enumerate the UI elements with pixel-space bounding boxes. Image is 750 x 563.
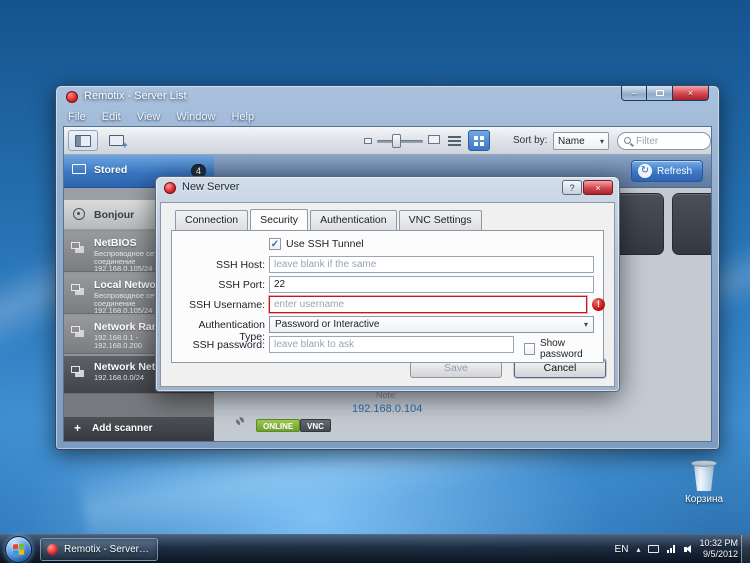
gear-icon[interactable] <box>236 417 244 425</box>
tab-vnc-settings[interactable]: VNC Settings <box>398 210 482 230</box>
close-button[interactable]: × <box>673 86 709 101</box>
dialog-title: New Server <box>182 181 240 193</box>
window-title: Remotix - Server List <box>84 90 187 102</box>
list-view-icon <box>447 135 461 146</box>
taskbar-app-remotix[interactable]: Remotix - Server L... <box>40 538 158 561</box>
grid-view-button[interactable] <box>468 130 490 151</box>
maximize-icon <box>655 90 664 96</box>
menu-edit[interactable]: Edit <box>102 111 121 123</box>
volume-tray-icon[interactable] <box>684 545 692 553</box>
sidebar-empty-area <box>64 394 214 417</box>
remotix-app-icon <box>66 91 78 103</box>
network-computers-icon <box>71 284 80 291</box>
bonjour-icon <box>73 208 85 220</box>
minimize-button[interactable]: – <box>621 86 647 101</box>
list-view-button[interactable] <box>444 130 464 151</box>
start-button[interactable] <box>5 536 32 563</box>
language-indicator[interactable]: EN <box>615 544 629 555</box>
show-desktop-button[interactable] <box>741 535 750 563</box>
tab-connection[interactable]: Connection <box>175 210 249 230</box>
taskbar: Remotix - Server L... EN ▴ 10:32 PM 9/5/… <box>0 534 750 563</box>
panes-view-icon <box>75 134 91 147</box>
clock-date: 9/5/2012 <box>702 549 738 559</box>
authentication-type-dropdown[interactable]: Password or Interactive ▾ <box>269 316 594 333</box>
show-password-label: Show password <box>539 338 583 360</box>
trash-icon <box>691 460 717 492</box>
dialog-tabs: Connection Security Authentication VNC S… <box>175 209 484 230</box>
ssh-username-label: SSH Username: <box>189 299 265 311</box>
stored-servers-icon <box>72 164 86 174</box>
plus-icon: + <box>74 421 82 435</box>
dialog-titlebar[interactable]: New Server ? × <box>156 177 619 199</box>
zoom-large-icon <box>428 135 440 144</box>
server-host-link[interactable]: 192.168.0.104 <box>352 403 422 415</box>
refresh-icon: ↻ <box>637 164 652 178</box>
show-password-checkbox[interactable] <box>524 343 535 355</box>
security-tab-panel: ✓ Use SSH Tunnel SSH Host: SSH Port: SSH… <box>171 230 605 363</box>
view-panes-button[interactable] <box>68 130 98 151</box>
search-icon <box>624 137 631 144</box>
tab-authentication[interactable]: Authentication <box>310 210 397 230</box>
use-ssh-tunnel-checkbox[interactable]: ✓ <box>269 238 281 250</box>
network-computers-icon <box>71 242 80 249</box>
toolbar: + Sort by: Name ▾ <box>64 127 711 155</box>
network-computers-icon <box>71 326 80 333</box>
ssh-host-input[interactable] <box>269 256 594 273</box>
ssh-host-label: SSH Host: <box>215 259 265 271</box>
zoom-small-icon <box>364 138 372 144</box>
menu-view[interactable]: View <box>137 111 161 123</box>
dialog-close-button[interactable]: × <box>583 180 613 195</box>
chevron-down-icon: ▾ <box>583 320 588 329</box>
keyboard-tray-icon[interactable] <box>648 545 660 553</box>
menu-bar: File Edit View Window Help <box>56 108 719 126</box>
clock-time: 10:32 PM <box>699 537 738 548</box>
recycle-bin-icon[interactable]: Корзина <box>672 460 736 505</box>
add-scanner-button[interactable]: + Add scanner <box>64 417 214 441</box>
show-hidden-icons-button[interactable]: ▴ <box>636 545 640 554</box>
grid-view-icon <box>474 135 484 146</box>
vnc-protocol-badge: VNC <box>300 419 331 432</box>
network-tray-icon[interactable] <box>667 545 677 553</box>
ssh-password-input[interactable] <box>269 336 514 353</box>
check-icon: ✓ <box>270 239 280 250</box>
ssh-password-label: SSH password: <box>192 339 265 351</box>
ssh-port-input[interactable] <box>269 276 594 293</box>
monitor-add-icon: + <box>108 135 128 150</box>
online-status-badge: ONLINE <box>256 419 301 432</box>
filter-input[interactable] <box>636 134 706 148</box>
remotix-app-icon <box>164 182 176 194</box>
taskbar-clock[interactable]: 10:32 PM 9/5/2012 <box>699 538 738 561</box>
filter-search-box <box>617 132 711 150</box>
tab-security[interactable]: Security <box>250 209 309 230</box>
help-button[interactable]: ? <box>562 180 582 195</box>
system-tray: EN ▴ 10:32 PM 9/5/2012 <box>615 535 738 563</box>
maximize-button[interactable] <box>647 86 673 101</box>
window-titlebar[interactable]: Remotix - Server List – × <box>56 86 719 108</box>
ssh-username-input[interactable] <box>269 296 587 313</box>
chevron-down-icon: ▾ <box>599 136 604 146</box>
size-slider-handle[interactable] <box>392 134 401 148</box>
validation-error-icon: ! <box>592 298 605 311</box>
ssh-port-label: SSH Port: <box>218 279 265 291</box>
refresh-button[interactable]: ↻ Refresh <box>630 160 703 182</box>
new-server-dialog: New Server ? × Connection Security Authe… <box>155 176 620 392</box>
network-computers-icon <box>71 366 80 373</box>
windows-logo-icon <box>13 543 25 557</box>
menu-help[interactable]: Help <box>231 111 254 123</box>
use-ssh-tunnel-label: Use SSH Tunnel <box>286 238 364 250</box>
add-display-button[interactable]: + <box>102 130 130 151</box>
menu-window[interactable]: Window <box>176 111 215 123</box>
menu-file[interactable]: File <box>68 111 86 123</box>
remotix-app-icon <box>47 544 58 555</box>
sort-by-label: Sort by: <box>513 135 548 146</box>
dialog-client-area: Connection Security Authentication VNC S… <box>160 202 615 387</box>
sort-by-dropdown[interactable]: Name ▾ <box>553 132 609 150</box>
server-tile[interactable] <box>672 193 711 255</box>
recycle-bin-label: Корзина <box>684 494 724 505</box>
